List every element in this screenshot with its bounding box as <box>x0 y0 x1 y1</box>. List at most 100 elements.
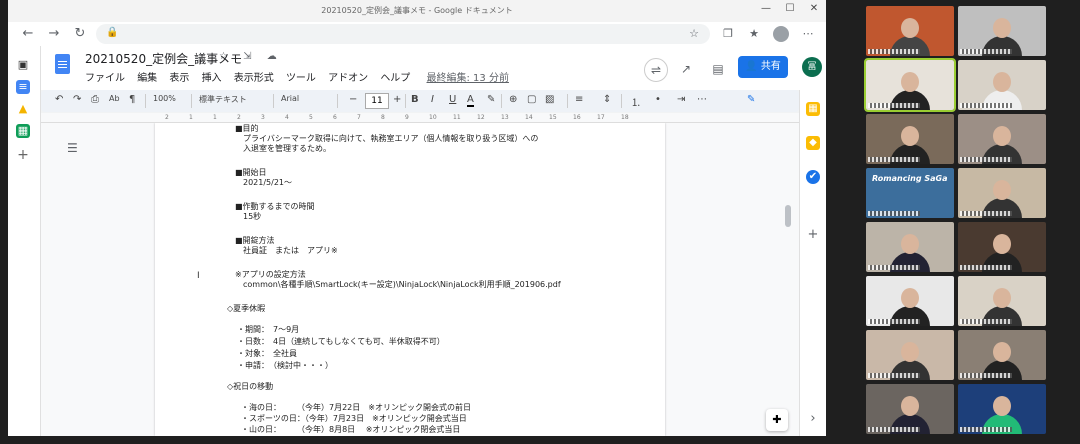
forward-icon[interactable]: → <box>46 26 62 41</box>
docs-icon[interactable]: ≡ <box>16 80 30 94</box>
decrease-size-icon[interactable]: − <box>349 94 357 105</box>
line-spacing-icon[interactable]: ⇕ <box>603 94 611 105</box>
paint-format-icon[interactable]: ¶ <box>129 94 135 105</box>
highlight-icon[interactable]: ✎ <box>487 94 495 105</box>
menu-insert[interactable]: 挿入 <box>202 73 222 84</box>
zoom-select[interactable]: 100% <box>153 94 176 103</box>
participant-tile[interactable] <box>866 276 954 326</box>
doc-line: 15秒 <box>243 212 262 221</box>
text-cursor: I <box>197 271 200 281</box>
title-actions-icon[interactable]: ☆ ⇲ ☁ <box>219 51 283 62</box>
more-icon[interactable]: ⋯ <box>800 27 816 40</box>
favorites-icon[interactable]: ★ <box>746 27 762 40</box>
participant-face <box>993 180 1011 200</box>
link-icon[interactable]: ⊕ <box>509 94 517 105</box>
last-edit-link[interactable]: 最終編集: 13 分前 <box>427 73 509 84</box>
align-icon[interactable]: ≡ <box>575 94 583 105</box>
scrollbar[interactable] <box>785 205 791 227</box>
participant-tile[interactable] <box>866 6 954 56</box>
participant-tile[interactable]: Romancing SaGa <box>866 168 954 218</box>
menu-file[interactable]: ファイル <box>85 73 125 84</box>
menu-format[interactable]: 表示形式 <box>234 73 274 84</box>
url-field[interactable]: 🔒 <box>96 24 710 44</box>
font-select[interactable]: Arial <box>281 94 299 103</box>
docs-logo-icon[interactable] <box>55 54 70 74</box>
minimize-icon[interactable]: — <box>756 3 776 14</box>
outline-icon[interactable]: ☰ <box>67 141 78 155</box>
document-page[interactable]: ■目的 プライバシーマーク取得に向けて、執務室エリア（個人情報を取り扱う区域）への… <box>155 123 665 436</box>
sheets-icon[interactable]: ▦ <box>16 124 30 138</box>
doc-line: ◇祝日の移動 <box>227 382 274 391</box>
tasks-icon[interactable]: ✔ <box>806 170 820 184</box>
maximize-icon[interactable]: ☐ <box>780 3 800 14</box>
participant-tile[interactable] <box>958 222 1046 272</box>
comment-icon[interactable]: ▢ <box>527 94 536 105</box>
ruler-tick: 3 <box>261 114 265 121</box>
participant-tile[interactable] <box>866 330 954 380</box>
participant-tile[interactable] <box>864 58 956 112</box>
reload-icon[interactable]: ↻ <box>72 26 88 41</box>
print-icon[interactable]: ⎙ <box>91 94 99 105</box>
ruler-tick: 13 <box>501 114 509 121</box>
collections-icon[interactable]: ❐ <box>720 27 736 40</box>
back-icon[interactable]: ← <box>20 26 36 41</box>
divider <box>337 94 338 108</box>
participant-tile[interactable] <box>958 276 1046 326</box>
text-color-icon[interactable]: A <box>467 94 474 107</box>
share-button[interactable]: 👤 共有 <box>738 56 788 78</box>
participant-name-label <box>868 427 920 432</box>
spellcheck-icon[interactable]: Ab <box>109 94 120 103</box>
menu-edit[interactable]: 編集 <box>137 73 157 84</box>
star-icon[interactable]: ☆ <box>686 27 702 40</box>
ruler-tick: 9 <box>405 114 409 121</box>
divider <box>273 94 274 108</box>
more-tools-icon[interactable]: ⋯ <box>697 94 707 105</box>
present-icon[interactable]: ⇌ <box>644 58 668 82</box>
participant-tile[interactable] <box>958 330 1046 380</box>
participant-tile[interactable] <box>958 6 1046 56</box>
expand-panel-icon[interactable]: › <box>806 412 820 426</box>
underline-icon[interactable]: U <box>449 94 456 105</box>
add-icon[interactable]: + <box>16 148 30 162</box>
indent-icon[interactable]: ⇥ <box>677 94 685 105</box>
ruler[interactable]: 2 1 1 2 3 4 5 6 7 8 9 10 11 12 13 14 15 16 17 18 <box>41 113 799 123</box>
image-icon[interactable]: ▨ <box>545 94 554 105</box>
doc-line: ・対象： 全社員 <box>237 349 297 358</box>
lock-icon: 🔒 <box>106 27 119 38</box>
font-size-input[interactable]: 11 <box>365 93 389 109</box>
tabs-icon[interactable]: ▣ <box>16 58 30 72</box>
menu-addons[interactable]: アドオン <box>328 73 368 84</box>
ruler-tick: 6 <box>333 114 337 121</box>
bold-icon[interactable]: B <box>411 94 419 105</box>
keep-icon[interactable]: ◆ <box>806 136 820 150</box>
menu-tools[interactable]: ツール <box>286 73 316 84</box>
comment-history-icon[interactable]: ▤ <box>707 58 729 80</box>
redo-icon[interactable]: ↷ <box>73 94 81 105</box>
menu-view[interactable]: 表示 <box>169 73 189 84</box>
increase-size-icon[interactable]: + <box>393 94 401 105</box>
bulleted-list-icon[interactable]: • <box>655 94 661 105</box>
italic-icon[interactable]: I <box>431 94 434 105</box>
participant-tile[interactable] <box>958 384 1046 434</box>
menu-help[interactable]: ヘルプ <box>380 73 410 84</box>
participant-tile[interactable] <box>958 168 1046 218</box>
numbered-list-icon[interactable]: ⒈ <box>631 94 641 109</box>
drive-icon[interactable]: ▲ <box>16 102 30 116</box>
participant-tile[interactable] <box>866 384 954 434</box>
close-icon[interactable]: ✕ <box>804 3 824 14</box>
participant-tile[interactable] <box>958 114 1046 164</box>
participant-tile[interactable] <box>866 222 954 272</box>
editing-mode-icon[interactable]: ✎ <box>747 94 755 105</box>
explore-button[interactable]: ✚ <box>766 409 788 431</box>
calendar-icon[interactable]: ▦ <box>806 102 820 116</box>
activity-icon[interactable]: ↗ <box>675 58 697 80</box>
style-select[interactable]: 標準テキスト <box>199 94 247 105</box>
user-avatar[interactable]: 冨 <box>802 57 822 77</box>
participant-face <box>993 234 1011 254</box>
undo-icon[interactable]: ↶ <box>55 94 63 105</box>
participant-name-label <box>960 211 1012 216</box>
profile-avatar[interactable] <box>773 26 789 42</box>
participant-tile[interactable] <box>866 114 954 164</box>
participant-tile[interactable] <box>958 60 1046 110</box>
add-addon-icon[interactable]: + <box>806 228 820 242</box>
